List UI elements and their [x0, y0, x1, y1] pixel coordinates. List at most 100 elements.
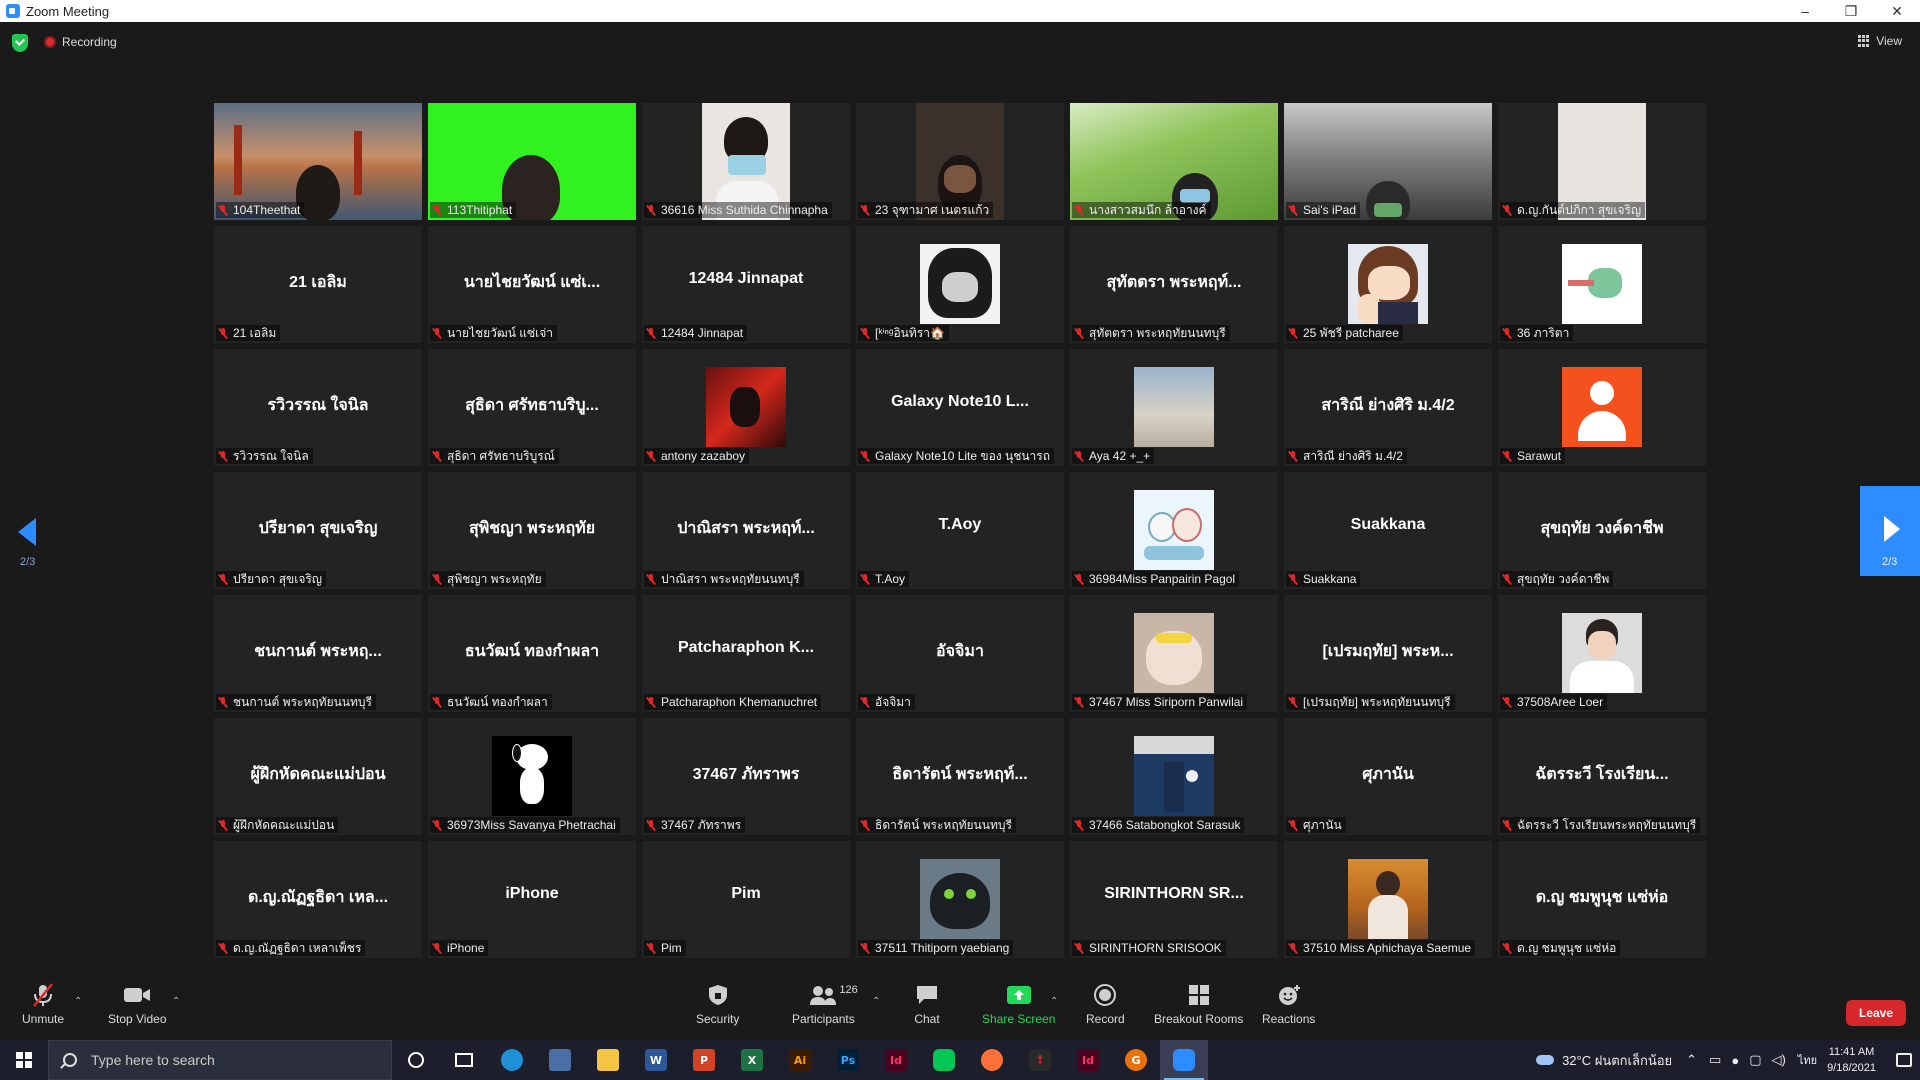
- share-options-caret-icon[interactable]: ⌃: [1050, 996, 1058, 1007]
- participant-tile[interactable]: 12484 Jinnapat 12484 Jinnapat: [642, 226, 850, 343]
- participant-tile[interactable]: Pim Pim: [642, 841, 850, 958]
- participant-tile[interactable]: ฉัตรระวี โรงเรียน... ฉัตรระวี โรงเรียนพระ…: [1498, 718, 1706, 835]
- tray-volume-icon[interactable]: ◁): [1772, 1052, 1786, 1068]
- taskbar-search-box[interactable]: Type here to search: [48, 1040, 392, 1080]
- participant-tile[interactable]: สุธิดา ศรัทธาบริบู... สุธิดา ศรัทธาบริบูร…: [428, 349, 636, 466]
- participant-tile[interactable]: Sarawut: [1498, 349, 1706, 466]
- participant-tile[interactable]: Aya 42 +_+: [1070, 349, 1278, 466]
- participant-tile[interactable]: อัจจิมา อัจจิมา: [856, 595, 1064, 712]
- participant-tile[interactable]: 37511 Thitiporn yaebiang: [856, 841, 1064, 958]
- taskbar-powerpoint[interactable]: P: [680, 1040, 728, 1080]
- recording-indicator[interactable]: Recording: [44, 35, 117, 49]
- participant-tile[interactable]: T.Aoy T.Aoy: [856, 472, 1064, 589]
- audio-options-caret-icon[interactable]: ⌃: [74, 996, 82, 1007]
- participant-tile[interactable]: 37510 Miss Aphichaya Saemue: [1284, 841, 1492, 958]
- participant-tile[interactable]: [เปรมฤทัย] พระห... [เปรมฤทัย] พระหฤทัยนนท…: [1284, 595, 1492, 712]
- language-indicator[interactable]: ไทย: [1798, 1051, 1817, 1069]
- participant-tile[interactable]: 104Theethat: [214, 103, 422, 220]
- participant-tile[interactable]: นายไชยวัฒน์ แซ่เ... นายไชยวัฒน์ แซ่เจ่า: [428, 226, 636, 343]
- participant-tile[interactable]: 36 ภาริตา: [1498, 226, 1706, 343]
- participant-tile[interactable]: 37466 Satabongkot Sarasuk: [1070, 718, 1278, 835]
- maximize-button[interactable]: ❐: [1828, 0, 1874, 22]
- participant-tile[interactable]: Patcharaphon K... Patcharaphon Khemanuchr…: [642, 595, 850, 712]
- taskbar-acrobat[interactable]: ⟟: [1016, 1040, 1064, 1080]
- taskbar-clock[interactable]: 11:41 AM 9/18/2021: [1827, 1044, 1876, 1076]
- participant-tile[interactable]: 37508Aree Loer: [1498, 595, 1706, 712]
- taskbar-line[interactable]: [920, 1040, 968, 1080]
- encryption-shield-icon[interactable]: [12, 34, 28, 52]
- participant-tile[interactable]: Sai's iPad: [1284, 103, 1492, 220]
- taskbar-excel[interactable]: X: [728, 1040, 776, 1080]
- taskbar-illustrator[interactable]: Ai: [776, 1040, 824, 1080]
- taskbar-photoshop[interactable]: Ps: [824, 1040, 872, 1080]
- participant-tile[interactable]: 21 เอลิม 21 เอลิม: [214, 226, 422, 343]
- share-screen-button[interactable]: Share Screen: [982, 982, 1055, 1026]
- record-button[interactable]: Record: [1086, 982, 1125, 1026]
- participant-tile[interactable]: ด.ญ.กันต์ปภิกา สุขเจริญ: [1498, 103, 1706, 220]
- tray-display-icon[interactable]: ▢: [1749, 1052, 1761, 1068]
- breakout-rooms-button[interactable]: Breakout Rooms: [1154, 982, 1243, 1026]
- participant-tile[interactable]: ผู้ฝึกหัดคณะแม่ปอน ผู้ฝึกหัดคณะแม่ปอน: [214, 718, 422, 835]
- participant-tile[interactable]: ปาณิสรา พระหฤท์... ปาณิสรา พระหฤทัยนนทบุร…: [642, 472, 850, 589]
- participant-tile[interactable]: รวิวรรณ ใจนิล รวิวรรณ ใจนิล: [214, 349, 422, 466]
- participant-tile[interactable]: สุทัตตรา พระหฤท์... สุทัตตรา พระหฤทัยนนทบ…: [1070, 226, 1278, 343]
- participant-tile[interactable]: ด.ญ ชมพูนุช แซ่ห่อ ด.ญ ชมพูนุช แซ่ห่อ: [1498, 841, 1706, 958]
- participant-tile[interactable]: ธนวัฒน์ ทองกำผลา ธนวัฒน์ ทองกำผลา: [428, 595, 636, 712]
- taskbar-firefox[interactable]: [968, 1040, 1016, 1080]
- participant-tile[interactable]: นางสาวสมนึก ล้าอางค์: [1070, 103, 1278, 220]
- participant-tile[interactable]: Galaxy Note10 L... Galaxy Note10 Lite ของ…: [856, 349, 1064, 466]
- next-page-button[interactable]: 2/3: [1860, 486, 1920, 576]
- participant-tile[interactable]: 37467 Miss Siriporn Panwilai: [1070, 595, 1278, 712]
- previous-page-arrow-icon[interactable]: [18, 518, 36, 546]
- leave-button[interactable]: Leave: [1846, 1000, 1906, 1026]
- participant-tile[interactable]: iPhone iPhone: [428, 841, 636, 958]
- reactions-button[interactable]: Reactions: [1262, 982, 1315, 1026]
- participant-tile[interactable]: สาริณี ย่างศิริ ม.4/2 สาริณี ย่างศิริ ม.4…: [1284, 349, 1492, 466]
- tray-network-icon[interactable]: ▭: [1709, 1052, 1721, 1068]
- participant-tile[interactable]: 23 จุฑามาศ เนตรแก้ว: [856, 103, 1064, 220]
- stop-video-button[interactable]: Stop Video: [108, 982, 167, 1026]
- participant-tile[interactable]: 36616 Miss Suthida Chinnapha: [642, 103, 850, 220]
- task-view-button[interactable]: [440, 1040, 488, 1080]
- participant-tile[interactable]: 25 พัชรี patcharee: [1284, 226, 1492, 343]
- participant-tile[interactable]: ปรียาดา สุขเจริญ ปรียาดา สุขเจริญ: [214, 472, 422, 589]
- participant-tile[interactable]: antony zazaboy: [642, 349, 850, 466]
- chat-button[interactable]: Chat: [914, 982, 940, 1026]
- taskbar-indesign-2[interactable]: Id: [1064, 1040, 1112, 1080]
- participant-tile[interactable]: [ᵏⁱⁿᵍอินทิรา🏠: [856, 226, 1064, 343]
- tray-mic-icon[interactable]: ●: [1731, 1053, 1739, 1068]
- participants-options-caret-icon[interactable]: ⌃: [872, 996, 880, 1007]
- participant-tile[interactable]: SIRINTHORN SR... SIRINTHORN SRISOOK: [1070, 841, 1278, 958]
- taskbar-zoom[interactable]: [1160, 1040, 1208, 1080]
- minimize-button[interactable]: –: [1782, 0, 1828, 22]
- participant-tile[interactable]: 37467 ภัทราพร 37467 ภัทราพร: [642, 718, 850, 835]
- weather-text[interactable]: 32°C ฝนตกเล็กน้อย: [1562, 1050, 1672, 1071]
- tray-chevron-icon[interactable]: ⌃: [1686, 1052, 1697, 1068]
- view-button[interactable]: View: [1858, 34, 1902, 48]
- unmute-button[interactable]: Unmute: [22, 982, 64, 1026]
- participant-tile[interactable]: สุขฤทัย วงค์ดาชีพ สุขฤทัย วงค์ดาชีพ: [1498, 472, 1706, 589]
- cortana-button[interactable]: [392, 1040, 440, 1080]
- taskbar-edge[interactable]: [488, 1040, 536, 1080]
- taskbar-grammarly[interactable]: G: [1112, 1040, 1160, 1080]
- taskbar-word[interactable]: W: [632, 1040, 680, 1080]
- taskbar-file-explorer[interactable]: [584, 1040, 632, 1080]
- participants-button[interactable]: 126 Participants: [792, 982, 858, 1026]
- participant-tile[interactable]: 36973Miss Savanya Phetrachai: [428, 718, 636, 835]
- notification-center-button[interactable]: [1888, 1040, 1920, 1080]
- close-button[interactable]: ✕: [1874, 0, 1920, 22]
- participant-tile[interactable]: Suakkana Suakkana: [1284, 472, 1492, 589]
- participant-tile[interactable]: ศุภานัน ศุภานัน: [1284, 718, 1492, 835]
- participant-tile[interactable]: สุพิชญา พระหฤทัย สุพิชญา พระหฤทัย: [428, 472, 636, 589]
- taskbar-indesign[interactable]: Id: [872, 1040, 920, 1080]
- participant-tile[interactable]: 36984Miss Panpairin Pagol: [1070, 472, 1278, 589]
- participant-tile[interactable]: ธิดารัตน์ พระหฤท์... ธิดารัตน์ พระหฤทัยนน…: [856, 718, 1064, 835]
- participant-tile[interactable]: ชนกานต์ พระหฤ... ชนกานต์ พระหฤทัยนนทบุรี: [214, 595, 422, 712]
- participant-tile[interactable]: ด.ญ.ณัฏฐธิดา เหล... ด.ญ.ณัฏฐธิดา เหลาเพ็ช…: [214, 841, 422, 958]
- security-button[interactable]: Security: [696, 982, 739, 1026]
- video-options-caret-icon[interactable]: ⌃: [172, 996, 180, 1007]
- taskbar-calculator[interactable]: [536, 1040, 584, 1080]
- start-button[interactable]: [0, 1040, 48, 1080]
- participant-display-name: 12484 Jinnapat: [688, 270, 804, 287]
- participant-tile[interactable]: 113Thitiphat: [428, 103, 636, 220]
